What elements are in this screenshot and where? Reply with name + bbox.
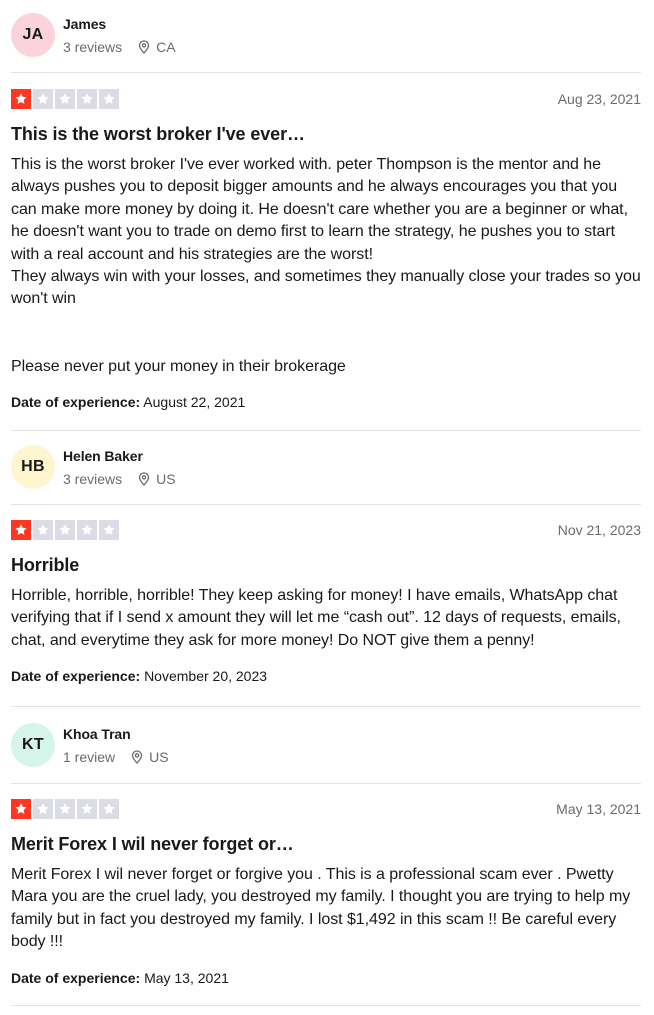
star-rating — [11, 520, 119, 540]
experience-date: August 22, 2021 — [143, 394, 246, 411]
star-icon — [77, 89, 97, 109]
location-label: US — [156, 470, 176, 487]
reviewer-header: HB Helen Baker 3 reviews US — [11, 444, 641, 490]
review-content-2: Nov 21, 2023 Horrible Horrible, horrible… — [11, 520, 641, 685]
star-icon — [99, 799, 119, 819]
divider — [11, 783, 641, 784]
location-label: US — [149, 748, 169, 765]
divider — [11, 1005, 641, 1006]
experience-label: Date of experience: — [11, 394, 141, 411]
review-card-3: KT Khoa Tran 1 review US — [11, 722, 641, 768]
experience-label: Date of experience: — [11, 668, 141, 685]
date-of-experience: Date of experience: August 22, 2021 — [11, 393, 641, 411]
location-pin-icon — [138, 39, 150, 54]
star-icon — [33, 520, 53, 540]
divider — [11, 430, 641, 431]
star-icon — [55, 89, 75, 109]
experience-label: Date of experience: — [11, 969, 141, 986]
star-icon — [11, 89, 31, 109]
star-icon — [77, 520, 97, 540]
star-icon — [33, 799, 53, 819]
location-label: CA — [156, 38, 176, 55]
review-count: 3 reviews — [63, 470, 123, 487]
location-pin-icon — [138, 471, 150, 486]
star-icon — [99, 89, 119, 109]
reviewer-name[interactable]: Khoa Tran — [63, 725, 169, 743]
date-of-experience: Date of experience: May 13, 2021 — [11, 969, 641, 987]
review-title[interactable]: Merit Forex I wil never forget or… — [11, 833, 641, 855]
review-date: Nov 21, 2023 — [557, 522, 641, 538]
divider — [11, 504, 641, 505]
avatar[interactable]: HB — [11, 445, 55, 489]
review-body: Merit Forex I wil never forget or forgiv… — [11, 866, 635, 951]
star-icon — [11, 520, 31, 540]
reviewer-name[interactable]: Helen Baker — [63, 447, 176, 465]
review-date: Aug 23, 2021 — [557, 91, 641, 107]
review-body: Horrible, horrible, horrible! They keep … — [11, 587, 626, 649]
date-of-experience: Date of experience: November 20, 2023 — [11, 667, 641, 685]
experience-date: November 20, 2023 — [144, 668, 268, 685]
review-count: 3 reviews — [63, 38, 123, 55]
reviewer-header: KT Khoa Tran 1 review US — [11, 722, 641, 768]
star-icon — [99, 520, 119, 540]
star-icon — [77, 799, 97, 819]
star-icon — [11, 799, 31, 819]
reviewer-header: JA James 3 reviews CA — [11, 12, 641, 58]
review-count: 1 review — [63, 748, 116, 765]
review-content-1: Aug 23, 2021 This is the worst broker I'… — [11, 89, 641, 411]
review-title[interactable]: Horrible — [11, 554, 641, 576]
location-pin-icon — [131, 749, 143, 764]
review-card-1: JA James 3 reviews CA — [11, 12, 641, 58]
star-icon — [33, 89, 53, 109]
divider — [11, 706, 641, 707]
review-content-3: May 13, 2021 Merit Forex I wil never for… — [11, 799, 641, 987]
review-card-2: HB Helen Baker 3 reviews US — [11, 444, 641, 490]
star-icon — [55, 520, 75, 540]
star-rating — [11, 89, 119, 109]
divider — [11, 72, 641, 73]
reviewer-location: US — [138, 470, 176, 488]
review-date: May 13, 2021 — [556, 801, 641, 817]
reviewer-location: CA — [138, 38, 176, 56]
avatar[interactable]: JA — [11, 13, 55, 57]
reviewer-location: US — [131, 748, 169, 766]
review-body: This is the worst broker I've ever worke… — [11, 156, 641, 375]
reviewer-name[interactable]: James — [63, 15, 176, 33]
star-icon — [55, 799, 75, 819]
experience-date: May 13, 2021 — [144, 969, 229, 986]
avatar[interactable]: KT — [11, 723, 55, 767]
star-rating — [11, 799, 119, 819]
review-title[interactable]: This is the worst broker I've ever… — [11, 123, 641, 145]
